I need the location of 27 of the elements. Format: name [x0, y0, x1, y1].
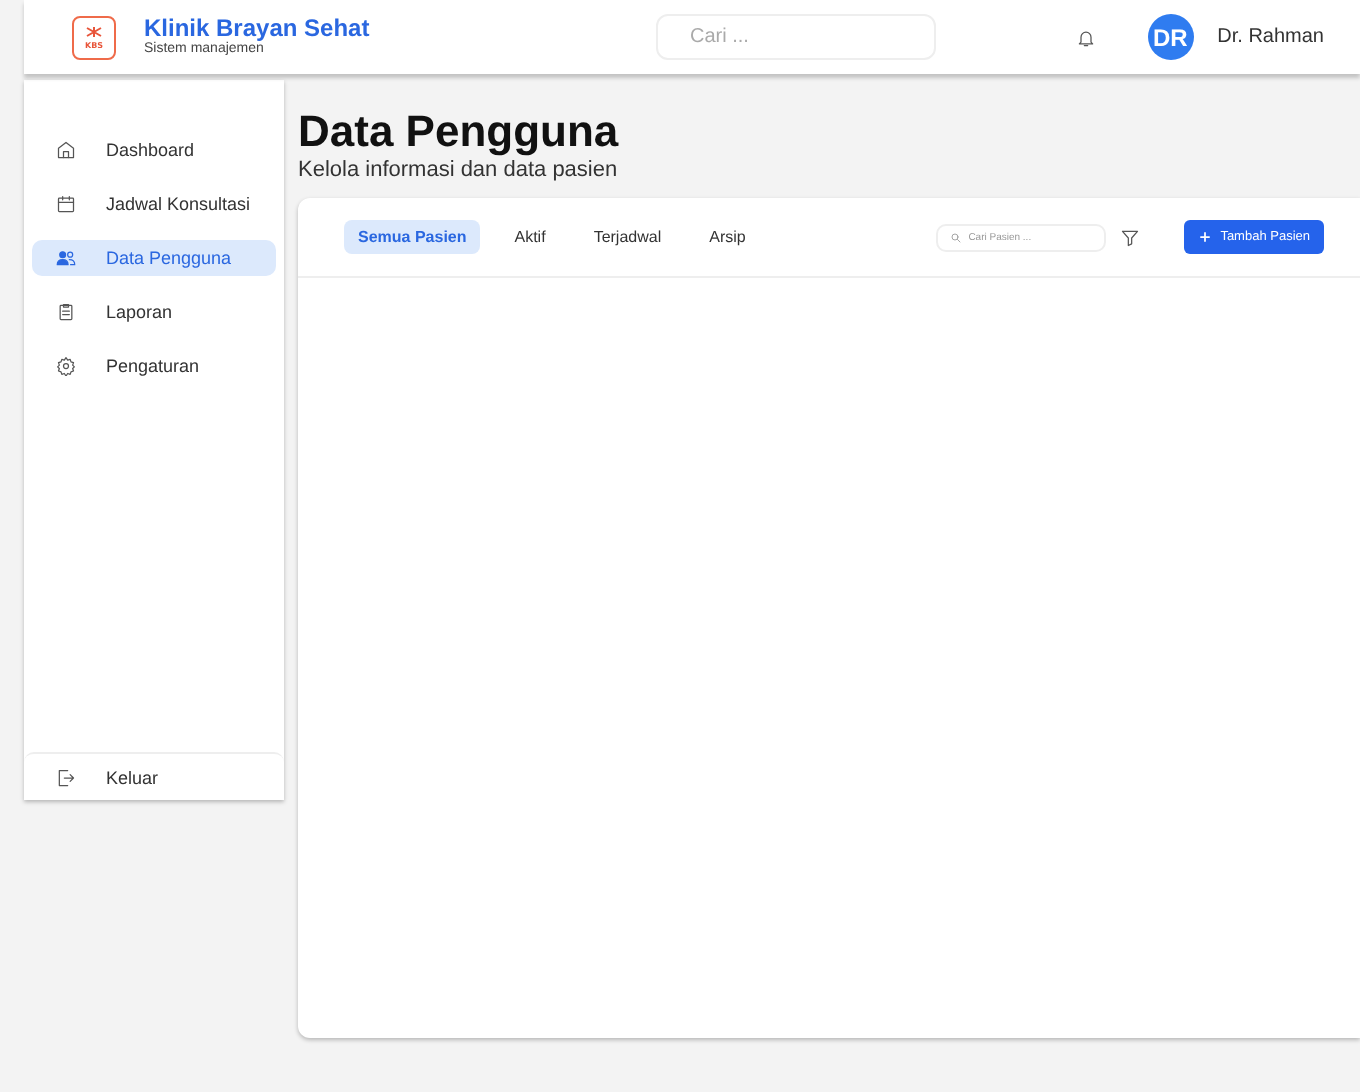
filter-button[interactable] — [1120, 227, 1141, 247]
search-icon — [950, 231, 963, 243]
search-field[interactable]: Cari ... — [656, 14, 936, 60]
bell-icon — [1075, 27, 1096, 47]
sidebar-item[interactable]: Pengaturan — [32, 348, 276, 384]
tab[interactable]: Semua Pasien — [344, 220, 481, 254]
page-title: Data Pengguna — [298, 106, 621, 158]
page-subtitle: Kelola informasi dan data pasien — [298, 158, 620, 182]
logout-item[interactable]: Keluar — [24, 752, 284, 800]
tab[interactable]: Terjadwal — [579, 220, 676, 254]
avatar[interactable]: DR — [1147, 14, 1194, 60]
sidebar-item[interactable]: Dashboard — [32, 132, 276, 168]
plus-icon — [1198, 230, 1213, 244]
logout-icon — [56, 767, 76, 787]
tab[interactable]: Arsip — [695, 220, 760, 254]
settings-icon — [56, 356, 76, 376]
calendar-icon — [56, 194, 76, 214]
brand-name: Klinik Brayan Sehat — [144, 16, 370, 42]
clipboard-icon — [56, 302, 76, 322]
user-name: Dr. Rahman — [1217, 26, 1324, 48]
sidebar-item[interactable]: Laporan — [32, 294, 276, 330]
home-icon — [56, 140, 76, 160]
users-icon — [56, 248, 76, 268]
sidebar-item[interactable]: Data Pengguna — [32, 240, 276, 276]
filter-icon — [1120, 227, 1141, 247]
tab[interactable]: Aktif — [500, 220, 560, 254]
sidebar-item[interactable]: Jadwal Konsultasi — [32, 186, 276, 222]
